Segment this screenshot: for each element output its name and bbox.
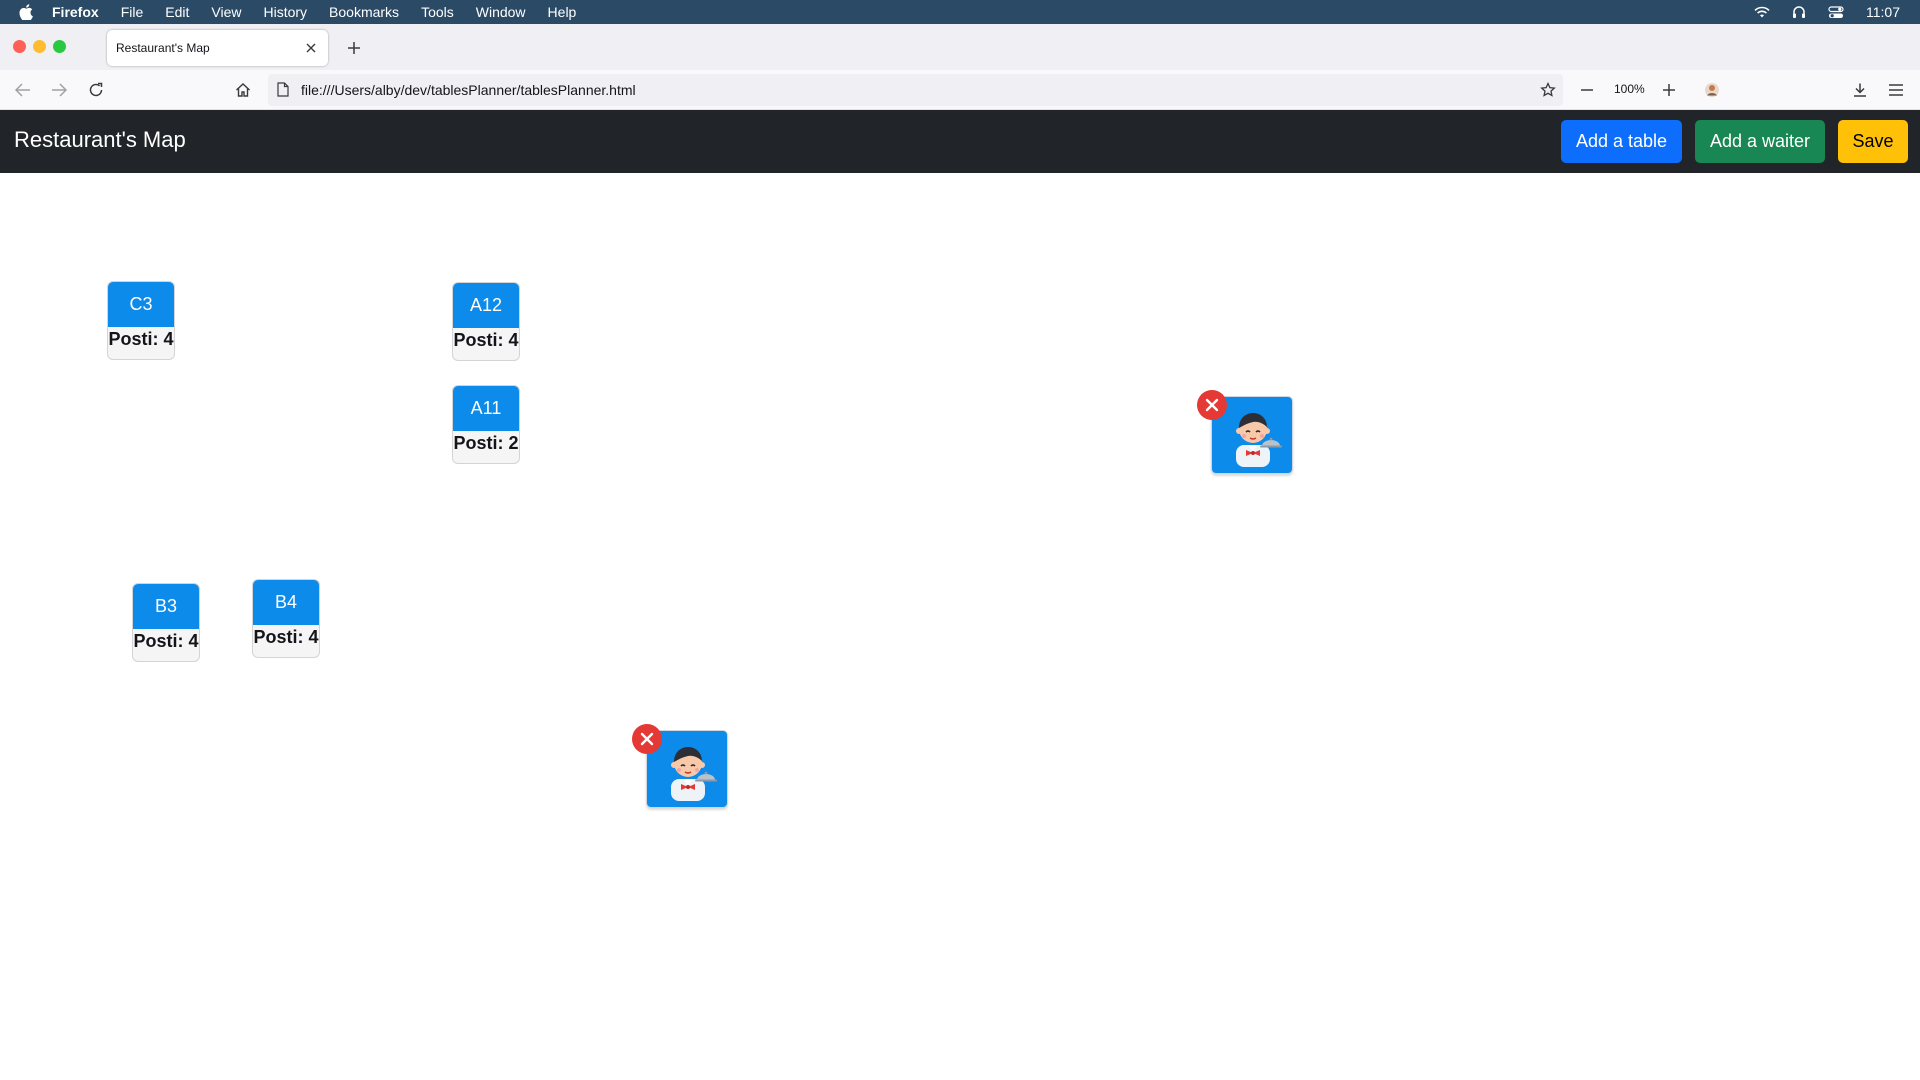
- table-seats: Posti: 4: [453, 330, 519, 350]
- browser-nav-bar: file:///Users/alby/dev/tablesPlanner/tab…: [0, 70, 1920, 110]
- table-card[interactable]: A12 Posti: 4: [452, 282, 520, 361]
- save-button[interactable]: Save: [1838, 120, 1908, 163]
- zoom-in-icon[interactable]: [1659, 80, 1679, 100]
- menubar-status-area: 11:07: [1754, 0, 1900, 24]
- control-center-icon[interactable]: [1828, 5, 1844, 19]
- browser-tab-active[interactable]: Restaurant's Map: [107, 30, 328, 66]
- menu-bookmarks[interactable]: Bookmarks: [329, 4, 399, 20]
- remove-waiter-close-icon[interactable]: [1197, 390, 1227, 420]
- table-card[interactable]: A11 Posti: 2: [452, 385, 520, 464]
- window-maximize-button[interactable]: [53, 40, 66, 53]
- menu-window[interactable]: Window: [476, 4, 526, 20]
- app-brand-title[interactable]: Restaurant's Map: [14, 127, 186, 153]
- table-label: B4: [253, 580, 319, 625]
- menu-history[interactable]: History: [263, 4, 307, 20]
- menu-help[interactable]: Help: [548, 4, 577, 20]
- add-waiter-button[interactable]: Add a waiter: [1695, 120, 1825, 163]
- restaurant-floor-canvas: C3 Posti: 4 A12 Posti: 4 A11 Posti: 2 B3…: [0, 173, 1920, 1080]
- table-seats: Posti: 4: [253, 627, 319, 647]
- forward-arrow-icon[interactable]: [49, 80, 69, 100]
- table-card[interactable]: C3 Posti: 4: [107, 281, 175, 360]
- back-arrow-icon[interactable]: [13, 80, 33, 100]
- bookmark-star-icon[interactable]: [1538, 80, 1558, 100]
- menu-tools[interactable]: Tools: [421, 4, 454, 20]
- wifi-icon[interactable]: [1754, 6, 1770, 18]
- table-seats: Posti: 2: [453, 433, 519, 453]
- menu-edit[interactable]: Edit: [165, 4, 189, 20]
- url-text: file:///Users/alby/dev/tablesPlanner/tab…: [301, 82, 636, 98]
- waiter-avatar-icon: [1222, 401, 1284, 472]
- menu-file[interactable]: File: [121, 4, 144, 20]
- zoom-out-icon[interactable]: [1577, 80, 1597, 100]
- account-avatar-icon[interactable]: [1702, 80, 1722, 100]
- table-label: A11: [453, 386, 519, 431]
- table-seats: Posti: 4: [133, 631, 199, 651]
- table-label: C3: [108, 282, 174, 327]
- table-label: A12: [453, 283, 519, 328]
- zoom-level-indicator[interactable]: 100%: [1614, 82, 1645, 96]
- table-card[interactable]: B3 Posti: 4: [132, 583, 200, 662]
- remove-waiter-close-icon[interactable]: [632, 724, 662, 754]
- new-tab-plus-icon[interactable]: [342, 36, 366, 60]
- menu-view[interactable]: View: [211, 4, 241, 20]
- app-navbar: Restaurant's Map Add a table Add a waite…: [0, 110, 1920, 173]
- home-icon[interactable]: [233, 80, 253, 100]
- table-seats: Posti: 4: [108, 329, 174, 349]
- hamburger-menu-icon[interactable]: [1886, 80, 1906, 100]
- tab-title: Restaurant's Map: [116, 41, 210, 55]
- headphones-icon[interactable]: [1792, 5, 1806, 19]
- menu-app-firefox[interactable]: Firefox: [52, 4, 99, 20]
- window-minimize-button[interactable]: [33, 40, 46, 53]
- table-card[interactable]: B4 Posti: 4: [252, 579, 320, 658]
- address-bar[interactable]: file:///Users/alby/dev/tablesPlanner/tab…: [268, 74, 1563, 106]
- page-file-icon: [277, 82, 289, 102]
- menubar-clock[interactable]: 11:07: [1866, 4, 1900, 20]
- macos-menu-bar: Firefox File Edit View History Bookmarks…: [0, 0, 1920, 24]
- add-table-button[interactable]: Add a table: [1561, 120, 1682, 163]
- table-label: B3: [133, 584, 199, 629]
- waiter-avatar-icon: [657, 735, 719, 806]
- reload-icon[interactable]: [86, 80, 106, 100]
- window-close-button[interactable]: [13, 40, 26, 53]
- tab-close-icon[interactable]: [302, 39, 320, 57]
- downloads-icon[interactable]: [1850, 80, 1870, 100]
- apple-logo-icon[interactable]: [18, 4, 34, 20]
